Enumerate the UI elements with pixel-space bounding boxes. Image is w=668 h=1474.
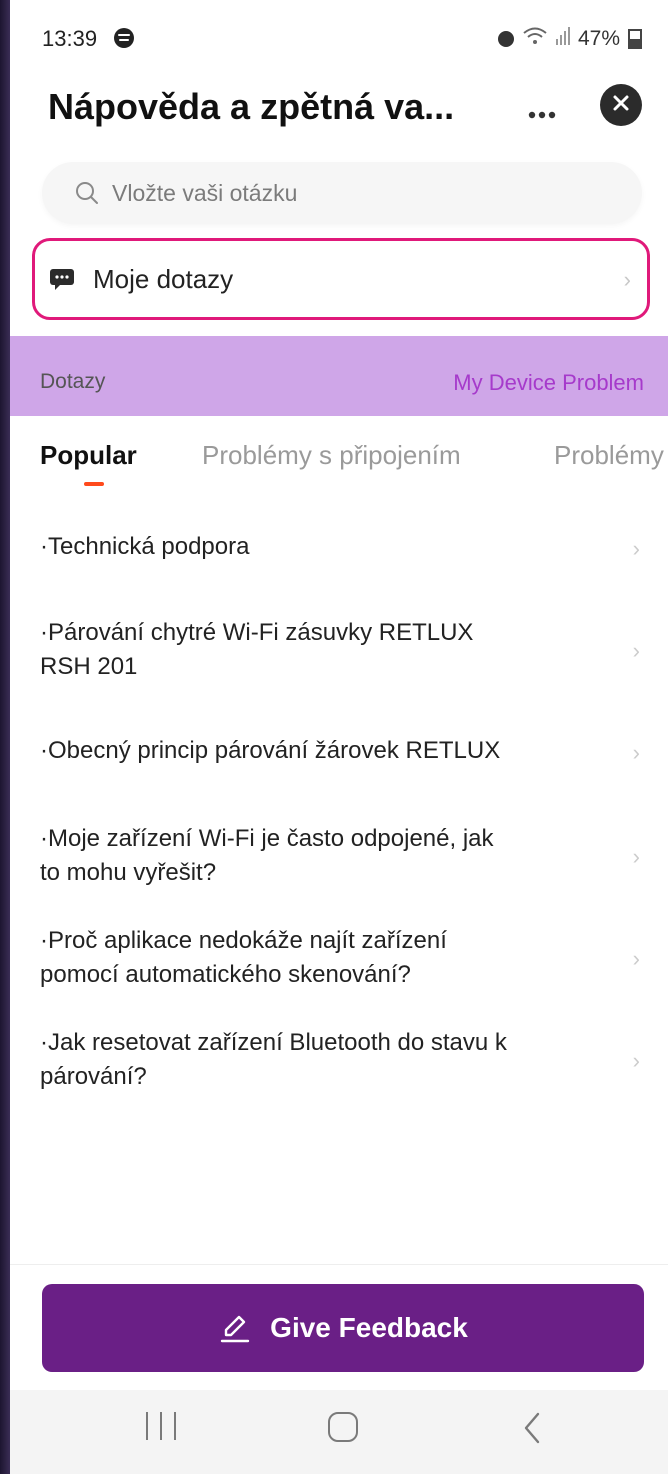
my-device-problem-link[interactable]: My Device Problem [453, 370, 644, 396]
status-time: 13:39 [42, 26, 98, 51]
category-tabs: Popular Problémy s připojením Problémy [10, 430, 668, 490]
my-queries-row[interactable]: Moje dotazy › [32, 238, 650, 320]
pencil-icon [220, 1315, 250, 1343]
give-feedback-label: Give Feedback [270, 1312, 468, 1343]
faq-item[interactable]: ·Moje zařízení Wi-Fi je často odpojené, … [40, 822, 640, 890]
chevron-right-icon: › [632, 536, 640, 561]
more-icon [528, 93, 556, 127]
tab-connection-problems[interactable]: Problémy s připojením [202, 440, 461, 471]
faq-item[interactable]: ·Jak resetovat zařízení Bluetooth do sta… [40, 1026, 640, 1094]
faq-item-text: ·Jak resetovat zařízení Bluetooth do sta… [40, 1029, 507, 1090]
chevron-right-icon: › [632, 1048, 640, 1073]
faq-item[interactable]: ·Párování chytré Wi-Fi zásuvky RETLUX RSH… [40, 616, 640, 684]
more-button[interactable] [522, 90, 562, 130]
chat-icon [50, 269, 74, 290]
faq-item[interactable]: ·Proč aplikace nedokáže najít zařízení po… [40, 924, 640, 992]
chevron-right-icon: › [632, 740, 640, 765]
alarm-icon [497, 30, 514, 47]
faq-item-text: ·Moje zařízení Wi-Fi je často odpojené, … [40, 825, 494, 886]
faq-item[interactable]: ·Technická podpora › [40, 530, 640, 564]
bottom-divider [10, 1264, 668, 1265]
faq-item-text: ·Obecný princip párování žárovek RETLUX [40, 737, 501, 764]
chevron-right-icon: › [632, 946, 640, 971]
tab-problems[interactable]: Problémy [554, 440, 664, 471]
recents-icon[interactable] [146, 1412, 176, 1442]
system-nav-bar [10, 1390, 668, 1474]
signal-icon [555, 26, 570, 51]
faq-item[interactable]: ·Obecný princip párování žárovek RETLUX … [40, 734, 640, 768]
device-edge [0, 0, 10, 1474]
search-input[interactable] [110, 178, 594, 208]
chevron-right-icon: › [632, 844, 640, 869]
home-icon[interactable] [328, 1412, 358, 1442]
faq-item-text: ·Párování chytré Wi-Fi zásuvky RETLUX RSH… [40, 619, 474, 680]
wifi-icon [522, 26, 548, 51]
app-header: Nápověda a zpětná va... [10, 80, 668, 144]
status-right: 47% [497, 26, 642, 51]
search-bar[interactable] [42, 162, 642, 224]
status-bar: 13:39 47% [10, 0, 668, 80]
app-screen: 13:39 47% Nápověda a zpětná va... Vložte… [10, 0, 668, 1474]
section-header-band: Dotazy My Device Problem [10, 336, 668, 416]
battery-icon [628, 28, 642, 49]
search-icon [76, 182, 98, 204]
faq-item-text: ·Technická podpora [40, 533, 250, 560]
close-button[interactable] [600, 84, 642, 126]
spotify-icon [114, 28, 134, 48]
active-tab-indicator [84, 482, 104, 486]
my-queries-label: Moje dotazy [93, 263, 234, 294]
faq-item-text: ·Proč aplikace nedokáže najít zařízení po… [40, 927, 447, 988]
chevron-right-icon: › [623, 267, 631, 292]
back-icon[interactable] [518, 1408, 548, 1448]
close-icon [612, 94, 630, 117]
chevron-right-icon: › [632, 638, 640, 663]
battery-text: 47% [577, 26, 620, 50]
tab-popular[interactable]: Popular [40, 440, 137, 471]
page-title: Nápověda a zpětná va... [48, 86, 455, 127]
section-label: Dotazy [40, 370, 106, 393]
give-feedback-button[interactable]: Give Feedback [42, 1284, 644, 1372]
